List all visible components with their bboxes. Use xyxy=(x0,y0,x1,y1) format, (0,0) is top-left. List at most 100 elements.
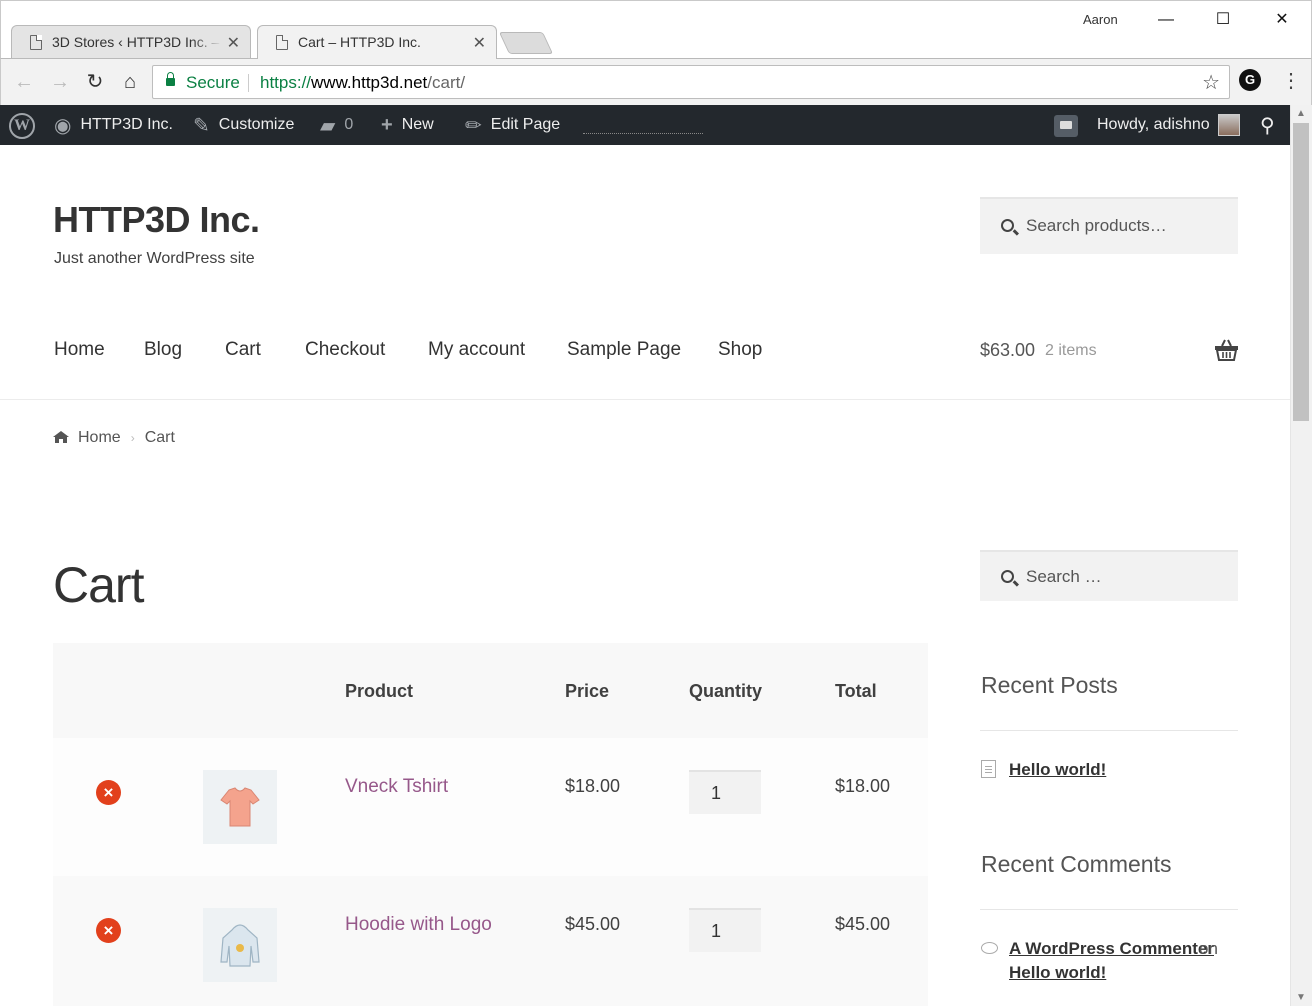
close-window-icon[interactable]: ✕ xyxy=(1267,7,1297,33)
breadcrumb-separator-icon: › xyxy=(130,431,135,445)
secure-label: Secure xyxy=(186,73,240,92)
cart-table-header: Product Price Quantity Total xyxy=(53,643,928,738)
quantity-input[interactable]: 1 xyxy=(689,908,761,952)
nav-item-shop[interactable]: Shop xyxy=(718,339,762,361)
reload-icon[interactable]: ↻ xyxy=(82,70,108,96)
header-product: Product xyxy=(345,681,414,701)
wp-admin-bar: W ◉ HTTP3D Inc. ✎ Customize ▰ 0 + New ✏ … xyxy=(0,105,1312,145)
home-icon[interactable]: ⌂ xyxy=(117,70,143,96)
product-search-input[interactable]: Search products… xyxy=(980,197,1238,254)
cart-item-price: $45.00 xyxy=(565,914,621,934)
home-icon xyxy=(53,431,69,443)
scroll-down-arrow-icon[interactable]: ▼ xyxy=(1296,992,1306,1003)
breadcrumb-current: Cart xyxy=(144,429,175,446)
back-icon[interactable]: ← xyxy=(11,70,37,96)
new-tab-button[interactable] xyxy=(498,32,554,54)
close-tab-icon[interactable]: ✕ xyxy=(227,33,240,53)
maximize-icon[interactable]: ☐ xyxy=(1208,7,1238,33)
address-bar[interactable]: Secure https://www.http3d.net/cart/ ☆ xyxy=(152,65,1230,99)
nav-item-blog[interactable]: Blog xyxy=(144,339,182,361)
profile-name[interactable]: Aaron xyxy=(1083,12,1118,27)
browser-menu-icon[interactable]: ⋮ xyxy=(1281,68,1301,94)
comment-author-link[interactable]: A WordPress Commenter xyxy=(1009,939,1214,959)
cart-item-price: $18.00 xyxy=(565,776,621,796)
extension-icon[interactable]: G xyxy=(1239,69,1261,91)
nav-item-checkout[interactable]: Checkout xyxy=(305,339,385,361)
nav-item-home[interactable]: Home xyxy=(54,339,105,361)
header-total: Total xyxy=(835,681,877,701)
nav-item-my-account[interactable]: My account xyxy=(428,339,525,361)
basket-icon[interactable] xyxy=(1215,339,1238,361)
notification-icon[interactable] xyxy=(1054,115,1078,137)
browser-toolbar: ← → ↻ ⌂ Secure https://www.http3d.net/ca… xyxy=(0,58,1312,105)
page-scrollbar[interactable]: ▲ ▼ xyxy=(1290,105,1312,1006)
recent-comments-title: Recent Comments xyxy=(981,851,1172,877)
comment-bubble-icon: ▰ xyxy=(320,114,336,137)
page-title: Cart xyxy=(53,557,144,613)
comment-icon xyxy=(981,942,998,954)
scrollbar-thumb[interactable] xyxy=(1293,123,1309,421)
recent-post-link[interactable]: Hello world! xyxy=(1009,760,1106,780)
brush-icon: ✎ xyxy=(193,114,210,137)
cart-item-name[interactable]: Hoodie with Logo xyxy=(345,914,492,936)
recent-posts-title: Recent Posts xyxy=(981,672,1118,698)
admin-customize[interactable]: ✎ Customize xyxy=(193,105,294,145)
browser-titlebar: 3D Stores ‹ HTTP3D Inc. – ✕ Cart – HTTP3… xyxy=(0,0,1312,59)
forward-icon[interactable]: → xyxy=(47,70,73,96)
minimize-icon[interactable]: — xyxy=(1151,7,1181,33)
header-cart-count[interactable]: 2 items xyxy=(1045,342,1097,360)
quantity-input[interactable]: 1 xyxy=(689,770,761,814)
comment-post-link[interactable]: Hello world! xyxy=(1009,963,1106,983)
url-text[interactable]: https://www.http3d.net/cart/ xyxy=(260,73,465,93)
bookmark-star-icon[interactable]: ☆ xyxy=(1202,70,1220,95)
admin-edit-page[interactable]: ✏ Edit Page xyxy=(465,105,560,145)
cart-item-name[interactable]: Vneck Tshirt xyxy=(345,776,448,798)
widget-divider xyxy=(980,909,1238,910)
plus-icon: + xyxy=(381,113,393,136)
site-title[interactable]: HTTP3D Inc. xyxy=(53,199,260,241)
admin-bar-divider xyxy=(583,133,703,135)
site-tagline: Just another WordPress site xyxy=(54,250,255,267)
header-price: Price xyxy=(565,681,610,701)
remove-item-icon[interactable]: × xyxy=(96,780,121,805)
wordpress-logo-icon[interactable]: W xyxy=(9,113,35,139)
document-icon xyxy=(276,35,288,50)
admin-search-icon[interactable]: ⚲ xyxy=(1260,105,1275,145)
pencil-icon: ✏ xyxy=(465,114,482,137)
table-row: × Vneck Tshirt $18.00 1 $18.00 xyxy=(53,738,928,876)
widget-divider xyxy=(980,730,1238,731)
header-cart-total[interactable]: $63.00 xyxy=(980,340,1035,361)
tab-title: Cart – HTTP3D Inc. xyxy=(298,34,421,50)
lock-icon xyxy=(166,72,175,86)
cart-item-total: $45.00 xyxy=(835,914,891,934)
cart-item-total: $18.00 xyxy=(835,776,891,796)
hoodie-thumbnail[interactable] xyxy=(203,908,277,982)
remove-item-icon[interactable]: × xyxy=(96,918,121,943)
header-divider xyxy=(0,399,1290,400)
dashboard-icon: ◉ xyxy=(54,114,72,137)
breadcrumb: Home › Cart xyxy=(53,429,175,447)
table-row: × Hoodie with Logo $45.00 1 $45.00 xyxy=(53,876,928,1006)
admin-new[interactable]: + New xyxy=(381,105,434,145)
nav-item-sample-page[interactable]: Sample Page xyxy=(567,339,681,361)
tshirt-thumbnail[interactable] xyxy=(203,770,277,844)
admin-comments[interactable]: ▰ 0 xyxy=(320,105,353,145)
comment-on-label: on xyxy=(1199,939,1218,958)
close-tab-icon[interactable]: ✕ xyxy=(473,33,486,53)
product-search-placeholder: Search products… xyxy=(1026,216,1167,235)
header-quantity: Quantity xyxy=(689,681,763,701)
tab-cart[interactable]: Cart – HTTP3D Inc. ✕ xyxy=(257,25,497,59)
search-icon xyxy=(1001,570,1014,583)
breadcrumb-home[interactable]: Home xyxy=(78,429,121,446)
nav-item-cart[interactable]: Cart xyxy=(225,339,261,361)
sidebar-search-input[interactable]: Search … xyxy=(980,550,1238,601)
sidebar-search-placeholder: Search … xyxy=(1026,567,1102,586)
scroll-up-arrow-icon[interactable]: ▲ xyxy=(1296,108,1306,119)
document-icon xyxy=(981,760,996,778)
avatar xyxy=(1217,114,1240,136)
tab-3d-stores[interactable]: 3D Stores ‹ HTTP3D Inc. – ✕ xyxy=(11,25,251,59)
admin-site-name[interactable]: ◉ HTTP3D Inc. xyxy=(54,105,173,145)
admin-account[interactable]: Howdy, adishno xyxy=(1097,105,1240,145)
document-icon xyxy=(30,35,42,50)
search-icon xyxy=(1001,219,1014,232)
